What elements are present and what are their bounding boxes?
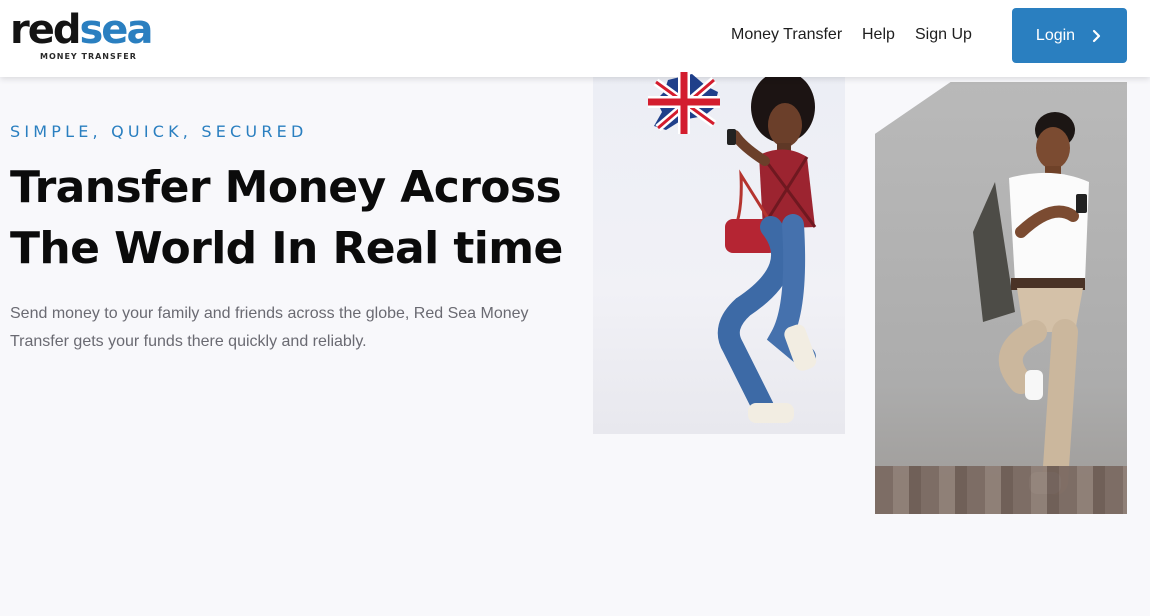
chevron-right-icon — [1089, 29, 1103, 43]
logo-subtitle: MONEY TRANSFER — [40, 52, 137, 61]
nav-link-help[interactable]: Help — [862, 25, 895, 45]
nav-link-money-transfer[interactable]: Money Transfer — [731, 25, 842, 45]
login-button-label: Login — [1035, 26, 1076, 44]
site-header: redsea MONEY TRANSFER Money Transfer Hel… — [0, 0, 1150, 77]
hero-tagline: SIMPLE, QUICK, SECURED — [10, 122, 308, 141]
hero-headline-line-1: Transfer Money Across — [10, 162, 562, 213]
uk-flag-icon — [648, 72, 720, 134]
hero-description: Send money to your family and friends ac… — [10, 305, 529, 350]
photo-floor — [875, 466, 1127, 514]
nav-link-sign-up[interactable]: Sign Up — [915, 25, 972, 45]
redsea-logo[interactable]: redsea MONEY TRANSFER — [10, 8, 165, 62]
logo-wordmark: redsea — [10, 7, 153, 53]
login-button[interactable]: Login — [1012, 8, 1127, 63]
man-with-phone-photo — [875, 82, 1127, 514]
hero-headline-line-2: The World In Real time — [10, 223, 563, 274]
hero-headline: Transfer Money Across The World In Real … — [10, 157, 580, 279]
